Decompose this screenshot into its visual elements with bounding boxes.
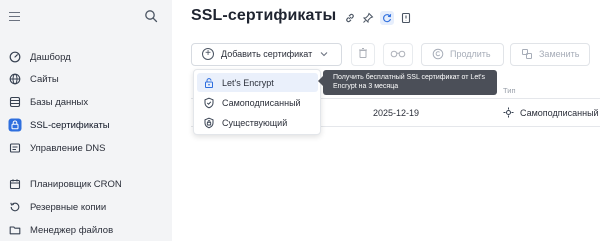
add-certificate-dropdown: Let's Encrypt Самоподписанный Существующ… <box>193 69 321 135</box>
sidebar-item-label: Дашборд <box>30 51 71 63</box>
backup-icon <box>8 200 22 214</box>
sidebar-item-dashboard[interactable]: Дашборд <box>4 46 168 68</box>
dashboard-icon <box>8 50 22 64</box>
sidebar-item-label: Управление DNS <box>30 142 106 154</box>
renew-button[interactable]: Продлить <box>421 42 504 66</box>
sidebar-item-file-manager[interactable]: Менеджер файлов <box>4 219 168 241</box>
refresh-icon[interactable] <box>380 11 394 25</box>
existing-shield-icon <box>203 117 215 129</box>
replace-icon <box>521 48 533 60</box>
title-actions <box>344 11 412 25</box>
column-header-type: Тип <box>503 86 516 95</box>
pin-icon[interactable] <box>362 12 374 24</box>
renew-label: Продлить <box>450 49 491 59</box>
trash-icon <box>357 47 369 61</box>
replace-label: Заменить <box>539 49 580 59</box>
sidebar-item-label: Планировщик CRON <box>30 178 122 190</box>
dropdown-item-lets-encrypt[interactable]: Let's Encrypt <box>197 73 318 92</box>
replace-button[interactable]: Заменить <box>510 42 590 66</box>
document-icon[interactable] <box>400 12 412 24</box>
link-icon[interactable] <box>344 12 356 24</box>
sidebar-item-label: Сайты <box>30 73 59 85</box>
folder-icon <box>8 223 22 237</box>
sidebar: Дашборд Сайты Базы данных SSL-сертификат… <box>0 0 172 241</box>
database-icon <box>8 95 22 109</box>
dropdown-item-label: Существующий <box>222 117 288 128</box>
lets-encrypt-icon <box>203 77 215 89</box>
plus-icon: + <box>202 48 214 60</box>
sidebar-item-label: Менеджер файлов <box>30 224 114 236</box>
page-title: SSL-сертификаты <box>191 7 337 24</box>
sidebar-item-cron[interactable]: Планировщик CRON <box>4 173 168 195</box>
add-certificate-label: Добавить сертификат <box>221 49 313 59</box>
search-icon[interactable] <box>144 9 158 23</box>
sidebar-item-databases[interactable]: Базы данных <box>4 91 168 113</box>
sidebar-item-label: SSL-сертификаты <box>30 119 110 131</box>
sidebar-item-ssl[interactable]: SSL-сертификаты <box>4 114 168 136</box>
sidebar-item-label: Базы данных <box>30 96 89 108</box>
tooltip-lets-encrypt: Получить бесплатный SSL сертификат от Le… <box>318 70 497 95</box>
delete-button[interactable] <box>351 42 375 66</box>
dropdown-item-self-signed[interactable]: Самоподписанный <box>197 93 318 112</box>
globe-icon <box>8 72 22 86</box>
dropdown-item-label: Let's Encrypt <box>222 77 274 88</box>
glasses-icon <box>390 48 406 60</box>
view-button[interactable] <box>383 42 413 66</box>
add-certificate-button[interactable]: + Добавить сертификат <box>191 42 342 66</box>
menu-icon[interactable] <box>9 12 20 22</box>
calendar-icon <box>8 177 22 191</box>
dns-icon <box>8 141 22 155</box>
sidebar-item-backups[interactable]: Резервные копии <box>4 196 168 218</box>
table-cell-date: 2025-12-19 <box>373 108 420 118</box>
toolbar: + Добавить сертификат Продлить Заменить <box>191 42 590 66</box>
chevron-down-icon <box>320 50 328 59</box>
dropdown-item-existing[interactable]: Существующий <box>197 113 318 132</box>
sidebar-item-dns[interactable]: Управление DNS <box>4 137 168 159</box>
lock-icon <box>8 118 22 132</box>
sidebar-item-sites[interactable]: Сайты <box>4 68 168 90</box>
renew-icon <box>432 48 444 60</box>
self-signed-icon <box>503 107 514 118</box>
table-cell-type-label: Самоподписанный <box>520 107 599 118</box>
dropdown-item-label: Самоподписанный <box>222 97 301 108</box>
sidebar-header <box>0 0 172 34</box>
sidebar-item-label: Резервные копии <box>30 201 107 213</box>
table-cell-type: Самоподписанный <box>503 107 599 118</box>
self-signed-shield-icon <box>203 97 215 109</box>
